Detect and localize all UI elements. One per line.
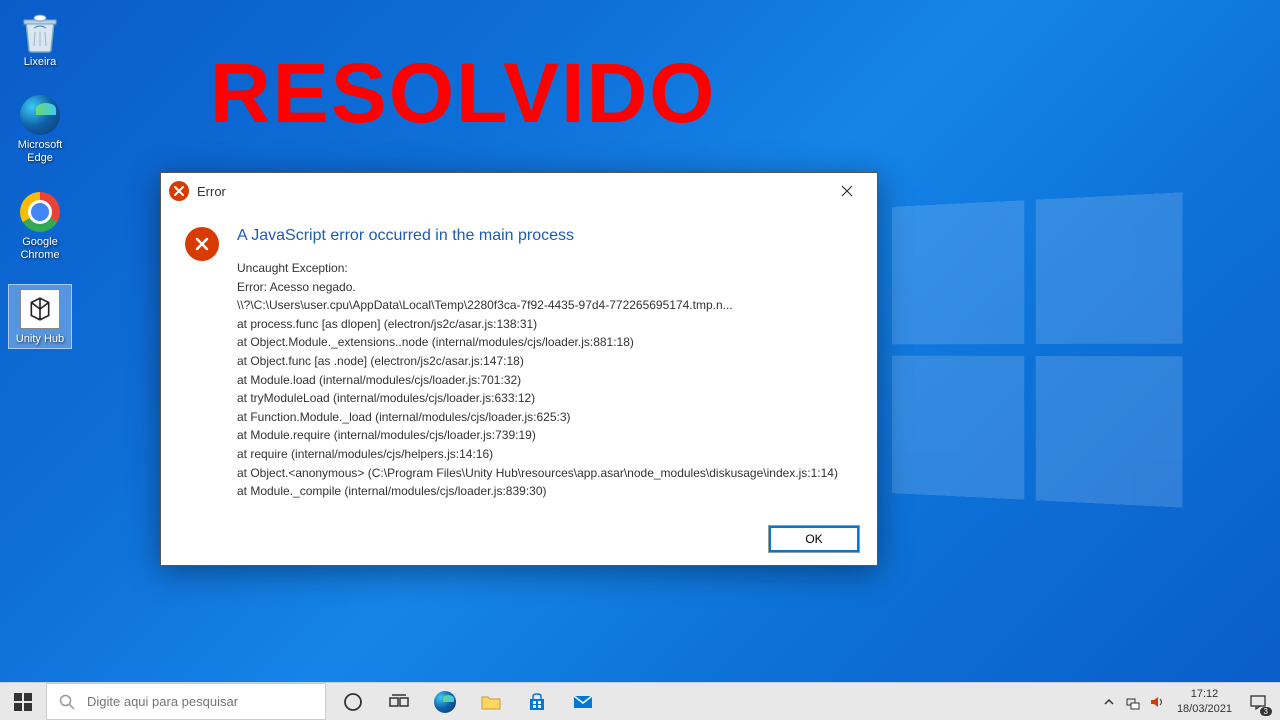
desktop-icon-recycle-bin[interactable]: Lixeira: [8, 8, 72, 71]
desktop-icon-label: Lixeira: [24, 56, 56, 69]
desktop-icon-edge[interactable]: Microsoft Edge: [8, 91, 72, 167]
cortana-button[interactable]: [330, 683, 376, 720]
tray-network[interactable]: [1121, 683, 1145, 720]
search-box[interactable]: [46, 683, 326, 720]
mail-icon: [572, 691, 594, 713]
desktop-icon-label: Unity Hub: [16, 333, 64, 346]
desktop-icon-unity-hub[interactable]: Unity Hub: [8, 284, 72, 349]
chrome-icon: [18, 190, 62, 234]
search-icon: [59, 694, 75, 710]
notifications-button[interactable]: 3: [1240, 683, 1276, 720]
edge-icon: [434, 691, 456, 713]
unity-icon: [18, 287, 62, 331]
desktop-icon-label: Microsoft Edge: [10, 139, 70, 165]
task-view-button[interactable]: [376, 683, 422, 720]
taskbar-mail[interactable]: [560, 683, 606, 720]
start-button[interactable]: [0, 683, 46, 720]
taskbar-explorer[interactable]: [468, 683, 514, 720]
tray-volume[interactable]: [1145, 683, 1169, 720]
dialog-body: A JavaScript error occurred in the main …: [161, 209, 877, 513]
windows-logo-wallpaper: [892, 192, 1182, 507]
error-icon: [185, 227, 219, 261]
tray-chevron-up[interactable]: [1097, 683, 1121, 720]
desktop-icon-chrome[interactable]: Google Chrome: [8, 188, 72, 264]
edge-icon: [18, 93, 62, 137]
taskbar-pinned: [330, 683, 606, 720]
volume-icon: [1149, 694, 1165, 710]
folder-icon: [480, 691, 502, 713]
ok-button[interactable]: OK: [769, 526, 859, 552]
desktop[interactable]: Lixeira Microsoft Edge Google Chrome Uni…: [0, 0, 1280, 720]
system-tray: 17:12 18/03/2021 3: [1093, 683, 1280, 720]
taskbar-clock[interactable]: 17:12 18/03/2021: [1169, 683, 1240, 720]
network-icon: [1125, 694, 1141, 710]
error-icon: [169, 181, 189, 201]
taskbar-edge[interactable]: [422, 683, 468, 720]
dialog-heading: A JavaScript error occurred in the main …: [237, 227, 853, 245]
close-button[interactable]: [825, 176, 869, 206]
dialog-title: Error: [197, 184, 825, 199]
desktop-icon-label: Google Chrome: [10, 236, 70, 262]
chevron-up-icon: [1103, 696, 1115, 708]
taskbar-store[interactable]: [514, 683, 560, 720]
recycle-bin-icon: [18, 10, 62, 54]
notification-badge: 3: [1260, 707, 1272, 716]
task-view-icon: [388, 691, 410, 713]
clock-time: 17:12: [1191, 687, 1219, 701]
taskbar: 17:12 18/03/2021 3: [0, 682, 1280, 720]
error-dialog: Error A JavaScript error occurred in the…: [160, 172, 878, 566]
windows-icon: [14, 693, 32, 711]
circle-icon: [342, 691, 364, 713]
store-icon: [526, 691, 548, 713]
desktop-icons: Lixeira Microsoft Edge Google Chrome Uni…: [8, 8, 72, 349]
dialog-error-text: Uncaught Exception: Error: Acesso negado…: [237, 259, 853, 501]
overlay-resolved-text: RESOLVIDO: [210, 45, 717, 142]
dialog-footer: OK: [161, 513, 877, 565]
dialog-titlebar[interactable]: Error: [161, 173, 877, 209]
clock-date: 18/03/2021: [1177, 702, 1232, 716]
search-input[interactable]: [87, 694, 313, 709]
